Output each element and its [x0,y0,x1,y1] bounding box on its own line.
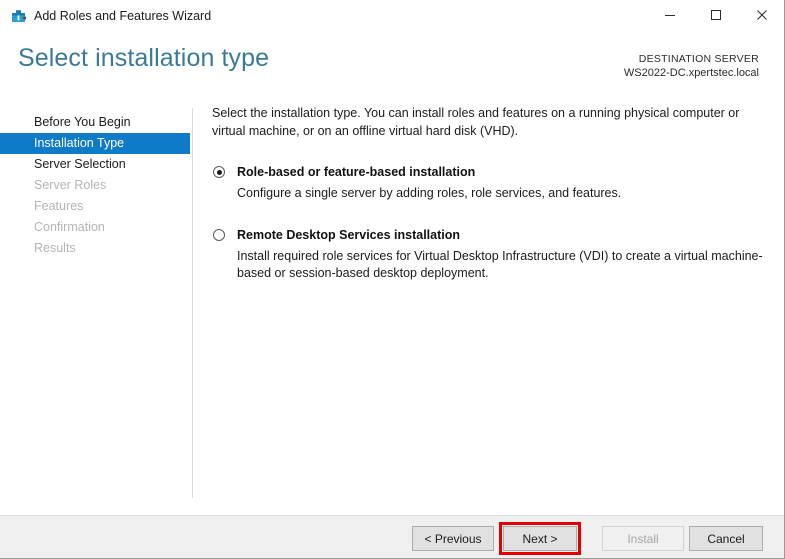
window-title: Add Roles and Features Wizard [34,9,212,23]
option-title: Remote Desktop Services installation [237,227,460,242]
cancel-button[interactable]: Cancel [689,526,763,551]
sidebar-item-installation-type[interactable]: Installation Type [0,133,190,154]
wizard-window: Add Roles and Features Wizard Select ins… [0,0,785,559]
next-button[interactable]: Next > [503,526,577,551]
main-content: Select the installation type. You can in… [212,105,763,283]
sidebar-item-server-selection[interactable]: Server Selection [0,154,190,175]
sidebar-item-before-you-begin[interactable]: Before You Begin [0,112,190,133]
sidebar-item-label: Before You Begin [34,115,131,129]
sidebar-item-label: Server Selection [34,157,126,171]
sidebar-item-confirmation: Confirmation [0,217,190,238]
option-role-based[interactable]: Role-based or feature-based installation… [212,164,762,203]
sidebar-item-label: Results [34,241,76,255]
wizard-body: Before You Begin Installation Type Serve… [0,95,784,515]
close-icon[interactable] [739,0,784,30]
sidebar-item-label: Server Roles [34,178,107,192]
wizard-footer: < Previous Next > Install Cancel [0,515,784,558]
destination-server-label: DESTINATION SERVER [638,53,759,65]
sidebar-item-features: Features [0,196,190,217]
option-description: Install required role services for Virtu… [237,248,763,281]
sidebar-item-label: Features [34,199,84,213]
install-button: Install [602,526,684,551]
option-remote-desktop-services[interactable]: Remote Desktop Services installation Ins… [212,227,763,283]
title-bar: Add Roles and Features Wizard [0,0,784,32]
wizard-navigation: Before You Begin Installation Type Serve… [0,112,190,259]
sidebar-item-server-roles: Server Roles [0,175,190,196]
intro-text: Select the installation type. You can in… [212,106,740,138]
option-title: Role-based or feature-based installation [237,165,476,179]
wizard-header: Select installation type DESTINATION SER… [0,32,784,95]
page-title: Select installation type [18,44,270,72]
wizard-toolbox-icon [10,7,28,25]
maximize-icon[interactable] [693,0,739,30]
radio-role-based[interactable] [213,166,225,178]
previous-button[interactable]: < Previous [412,526,494,551]
sidebar-item-label: Confirmation [34,220,105,234]
destination-server-block: DESTINATION SERVER WS2022-DC.xpertstec.l… [624,52,759,80]
sidebar-item-label: Installation Type [34,136,125,150]
pane-divider [192,108,193,498]
option-description: Configure a single server by adding role… [237,186,622,200]
destination-server-name: WS2022-DC.xpertstec.local [623,67,759,79]
radio-remote-desktop-services[interactable] [213,228,225,241]
minimize-icon[interactable] [647,0,693,30]
sidebar-item-results: Results [0,238,190,259]
